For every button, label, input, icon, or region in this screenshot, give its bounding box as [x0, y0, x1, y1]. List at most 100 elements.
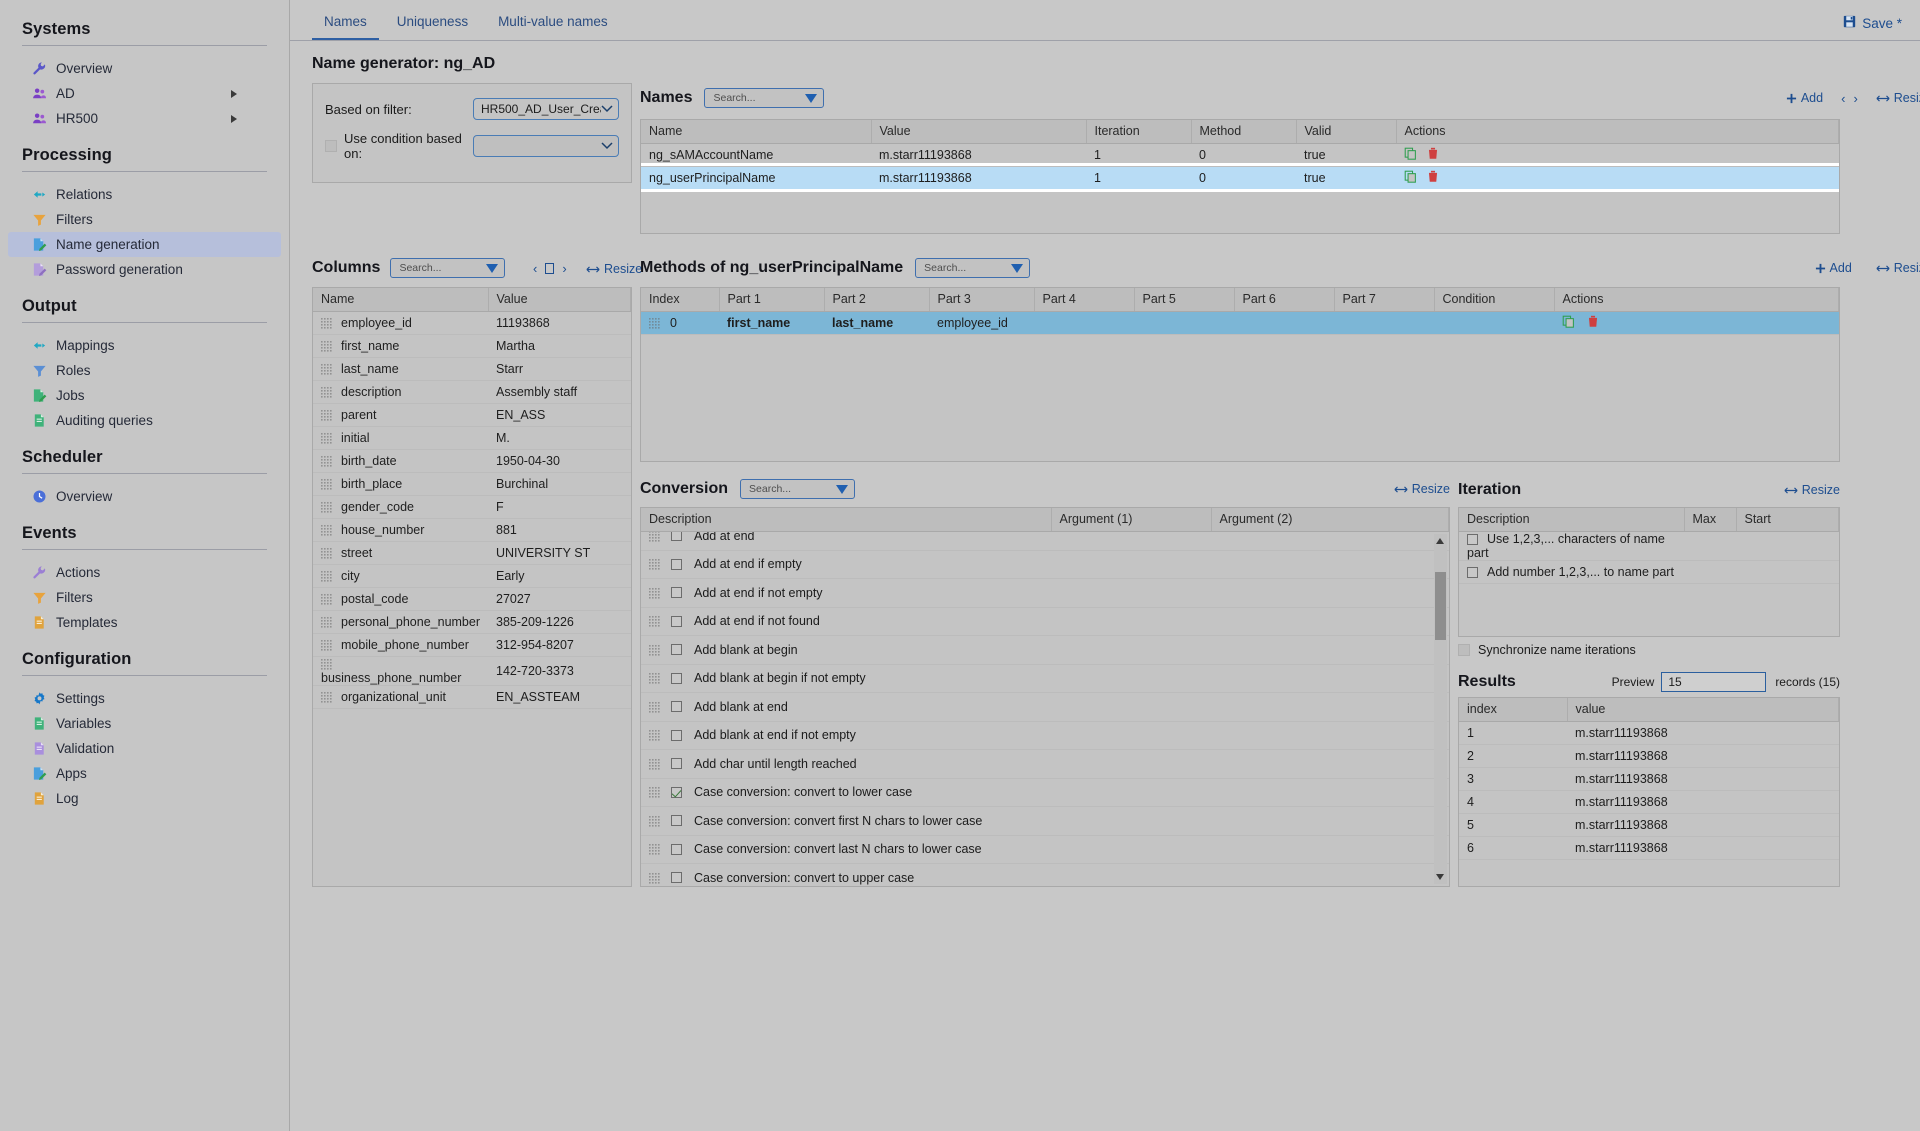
drag-handle-icon[interactable]: [321, 385, 332, 399]
table-row[interactable]: 4m.starr11193868: [1459, 790, 1839, 813]
conversion-scrollbar-thumb[interactable]: [1435, 572, 1446, 640]
copy-icon[interactable]: [1404, 172, 1417, 186]
results-col-index[interactable]: index: [1459, 698, 1567, 721]
table-row[interactable]: postal_code27027: [313, 587, 631, 610]
conversion-col-argument-1-[interactable]: Argument (1): [1051, 508, 1211, 531]
names-search-input[interactable]: Search...: [704, 88, 824, 108]
names-add-button[interactable]: Add: [1786, 91, 1823, 105]
conversion-row[interactable]: Add at end if empty: [641, 551, 1449, 580]
drag-handle-icon[interactable]: [649, 700, 671, 714]
sidebar-item-name-generation[interactable]: Name generation: [8, 232, 281, 257]
conversion-scrollbar[interactable]: [1434, 534, 1447, 884]
names-col-value[interactable]: Value: [871, 120, 1086, 143]
methods-col-part-6[interactable]: Part 6: [1234, 288, 1334, 311]
conversion-checkbox[interactable]: [671, 701, 682, 712]
delete-icon[interactable]: [1427, 172, 1439, 186]
tab-uniqueness[interactable]: Uniqueness: [385, 10, 480, 40]
drag-handle-icon[interactable]: [321, 690, 332, 704]
drag-handle-icon[interactable]: [321, 546, 332, 560]
conversion-checkbox[interactable]: [671, 730, 682, 741]
drag-handle-icon[interactable]: [649, 671, 671, 685]
conversion-row[interactable]: Add blank at end if not empty: [641, 722, 1449, 751]
table-row[interactable]: 2m.starr11193868: [1459, 744, 1839, 767]
sidebar-item-filters[interactable]: Filters: [8, 207, 281, 232]
drag-handle-icon[interactable]: [649, 532, 671, 543]
conversion-row[interactable]: Add char until length reached: [641, 750, 1449, 779]
methods-col-actions[interactable]: Actions: [1554, 288, 1839, 311]
drag-handle-icon[interactable]: [321, 569, 332, 583]
sidebar-item-log[interactable]: Log: [8, 786, 281, 811]
conversion-row[interactable]: Add at end: [641, 532, 1449, 551]
iteration-col-max[interactable]: Max: [1684, 508, 1736, 531]
columns-col-name[interactable]: Name: [313, 288, 488, 311]
use-condition-checkbox[interactable]: [325, 140, 337, 152]
conversion-row[interactable]: Add blank at end: [641, 693, 1449, 722]
table-row[interactable]: 6m.starr11193868: [1459, 836, 1839, 859]
conversion-checkbox[interactable]: [671, 616, 682, 627]
drag-handle-icon[interactable]: [321, 316, 332, 330]
delete-icon[interactable]: [1587, 317, 1599, 331]
table-row[interactable]: house_number881: [313, 518, 631, 541]
sidebar-item-actions[interactable]: Actions: [8, 560, 281, 585]
conversion-row[interactable]: Add at end if not found: [641, 608, 1449, 637]
table-row[interactable]: 5m.starr11193868: [1459, 813, 1839, 836]
table-row[interactable]: 1m.starr11193868: [1459, 721, 1839, 744]
drag-handle-icon[interactable]: [649, 814, 671, 828]
delete-icon[interactable]: [1427, 149, 1439, 163]
names-prev-button[interactable]: ‹: [1841, 91, 1845, 106]
methods-add-button[interactable]: Add: [1815, 261, 1852, 275]
table-row[interactable]: parentEN_ASS: [313, 403, 631, 426]
sidebar-item-password-generation[interactable]: Password generation: [8, 257, 281, 282]
conversion-checkbox[interactable]: [671, 872, 682, 883]
names-col-method[interactable]: Method: [1191, 120, 1296, 143]
scroll-down-icon[interactable]: [1436, 874, 1444, 880]
table-row[interactable]: streetUNIVERSITY ST: [313, 541, 631, 564]
chevron-right-icon[interactable]: [231, 90, 237, 98]
table-row[interactable]: initialM.: [313, 426, 631, 449]
drag-handle-icon[interactable]: [649, 643, 671, 657]
names-next-button[interactable]: ›: [1853, 91, 1857, 106]
sidebar-item-filters[interactable]: Filters: [8, 585, 281, 610]
sync-iterations-checkbox[interactable]: [1458, 644, 1470, 656]
table-row[interactable]: birth_placeBurchinal: [313, 472, 631, 495]
table-row[interactable]: Add number 1,2,3,... to name part: [1459, 560, 1839, 583]
table-row[interactable]: cityEarly: [313, 564, 631, 587]
table-row[interactable]: last_nameStarr: [313, 357, 631, 380]
drag-handle-icon[interactable]: [321, 431, 332, 445]
use-condition-select[interactable]: [473, 135, 619, 157]
conversion-checkbox[interactable]: [671, 673, 682, 684]
drag-handle-icon[interactable]: [649, 871, 671, 885]
chevron-right-icon[interactable]: [231, 115, 237, 123]
tab-multi-value-names[interactable]: Multi-value names: [486, 10, 620, 40]
drag-handle-icon[interactable]: [649, 785, 671, 799]
conversion-checkbox[interactable]: [671, 532, 682, 541]
copy-icon[interactable]: [1404, 149, 1417, 163]
sidebar-item-overview[interactable]: Overview: [8, 484, 281, 509]
methods-col-part-7[interactable]: Part 7: [1334, 288, 1434, 311]
names-col-name[interactable]: Name: [641, 120, 871, 143]
sidebar-item-relations[interactable]: Relations: [8, 182, 281, 207]
sidebar-item-validation[interactable]: Validation: [8, 736, 281, 761]
table-row[interactable]: Use 1,2,3,... characters of name part: [1459, 531, 1839, 560]
drag-handle-icon[interactable]: [649, 728, 671, 742]
sidebar-item-variables[interactable]: Variables: [8, 711, 281, 736]
columns-col-value[interactable]: Value: [488, 288, 631, 311]
conversion-checkbox[interactable]: [671, 587, 682, 598]
drag-handle-icon[interactable]: [321, 477, 332, 491]
drag-handle-icon[interactable]: [321, 500, 332, 514]
table-row[interactable]: mobile_phone_number312-954-8207: [313, 633, 631, 656]
iteration-checkbox[interactable]: [1467, 534, 1478, 545]
copy-icon[interactable]: [1562, 317, 1575, 331]
table-row[interactable]: birth_date1950-04-30: [313, 449, 631, 472]
methods-search-input[interactable]: Search...: [915, 258, 1030, 278]
iteration-col-start[interactable]: Start: [1736, 508, 1839, 531]
methods-resize-button[interactable]: Resize: [1876, 261, 1920, 275]
conversion-checkbox[interactable]: [671, 644, 682, 655]
table-row[interactable]: 0first_namelast_nameemployee_id: [641, 311, 1839, 334]
table-row[interactable]: 3m.starr11193868: [1459, 767, 1839, 790]
preview-input[interactable]: 15: [1661, 672, 1766, 692]
drag-handle-icon[interactable]: [321, 523, 332, 537]
scroll-up-icon[interactable]: [1436, 538, 1444, 544]
columns-prev-button[interactable]: ‹: [533, 261, 537, 276]
names-resize-button[interactable]: Resize: [1876, 91, 1920, 105]
